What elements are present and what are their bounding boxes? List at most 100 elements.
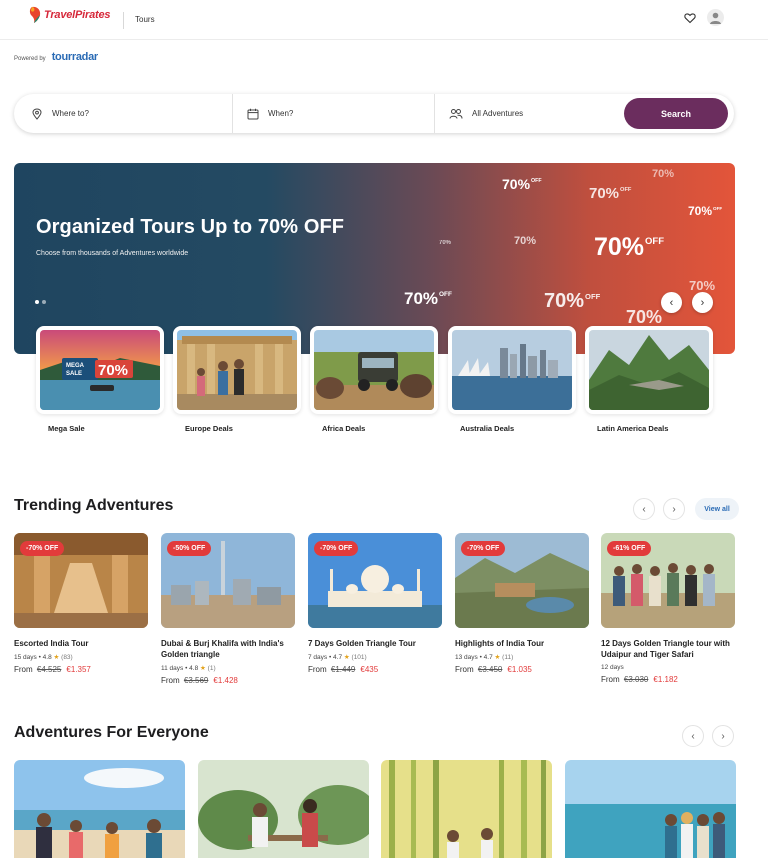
tour-title[interactable]: Escorted India Tour [14, 638, 148, 649]
deal-card-australia[interactable]: Australia Deals [448, 326, 576, 433]
adventure-card-couples[interactable] [198, 760, 369, 858]
carousel-dots[interactable] [35, 300, 46, 304]
when-field[interactable]: When? [232, 94, 432, 133]
discount-badge: -70% OFF [20, 541, 65, 556]
tour-image: -70% OFF [14, 533, 148, 628]
tour-card[interactable]: -70% OFF Escorted India Tour 15 days • 4… [14, 533, 148, 674]
discount-badge: 70% [514, 235, 537, 247]
trending-next-button[interactable]: › [663, 498, 685, 520]
discount-badge: -50% OFF [167, 541, 212, 556]
svg-text:70%: 70% [98, 362, 128, 379]
everyone-prev-button[interactable]: ‹ [682, 725, 704, 747]
deal-image [310, 326, 438, 414]
logo-text: TravelPirates [44, 9, 111, 21]
carousel-next-button[interactable]: › [692, 292, 713, 313]
tour-meta: 11 days • 4.8 ★ (1) [161, 665, 216, 672]
svg-text:MEGA: MEGA [66, 363, 85, 369]
adventures-field[interactable]: All Adventures [434, 94, 624, 133]
when-input[interactable]: When? [268, 109, 293, 118]
deal-card-europe[interactable]: Europe Deals [173, 326, 301, 433]
adventure-card-nature[interactable] [381, 760, 552, 858]
tour-image: -70% OFF [308, 533, 442, 628]
tour-image: -70% OFF [455, 533, 589, 628]
deal-card-mega-sale[interactable]: MEGA SALE 70% Mega Sale [36, 326, 164, 433]
deal-image: MEGA SALE 70% [36, 326, 164, 414]
discount-badge: 70%OFF [502, 176, 542, 192]
chevron-right-icon: › [700, 296, 705, 309]
calendar-icon [247, 108, 259, 119]
hero-subtitle: Choose from thousands of Adventures worl… [36, 250, 189, 257]
deal-label: Europe Deals [185, 424, 233, 433]
chevron-left-icon: ‹ [642, 503, 646, 515]
carousel-dot[interactable] [35, 300, 39, 304]
tourradar-logo: tourradar [51, 51, 99, 63]
deal-image [448, 326, 576, 414]
discount-badge: 70%OFF [544, 290, 601, 312]
tour-title[interactable]: Dubai & Burj Khalifa with India's Golden… [161, 638, 295, 660]
tour-card[interactable]: -70% OFF Highlights of India Tour 13 day… [455, 533, 589, 674]
search-button[interactable]: Search [624, 98, 728, 129]
star-icon: ★ [494, 654, 501, 661]
tour-image: -50% OFF [161, 533, 295, 628]
account-button[interactable] [707, 9, 724, 26]
travelpirates-logo[interactable]: TravelPirates [29, 6, 111, 24]
search-bar: Where to? When? All Adventures Search [14, 94, 734, 133]
tour-price: From €3.569 €1.428 [161, 676, 238, 685]
discount-badge: -70% OFF [461, 541, 506, 556]
adventures-select[interactable]: All Adventures [472, 109, 523, 118]
svg-text:SALE: SALE [66, 371, 82, 377]
location-pin-icon [32, 107, 42, 120]
tour-card[interactable]: -50% OFF Dubai & Burj Khalifa with India… [161, 533, 295, 685]
deal-label: Mega Sale [48, 424, 85, 433]
hero-title: Organized Tours Up to 70% OFF [36, 216, 345, 238]
adventure-card-group[interactable] [565, 760, 736, 858]
adventure-image [381, 760, 552, 858]
tour-card[interactable]: -70% OFF 7 Days Golden Triangle Tour 7 d… [308, 533, 442, 674]
star-icon: ★ [53, 654, 60, 661]
powered-by: Powered by tourradar [14, 51, 98, 63]
deal-image [173, 326, 301, 414]
tour-title[interactable]: 7 Days Golden Triangle Tour [308, 638, 442, 649]
tour-card[interactable]: -61% OFF 12 Days Golden Triangle tour wi… [601, 533, 735, 684]
carousel-dot[interactable] [42, 300, 46, 304]
discount-badge: 70% [439, 240, 452, 246]
where-field[interactable]: Where to? [31, 94, 231, 133]
deal-label: Latin America Deals [597, 424, 669, 433]
carousel-prev-button[interactable]: ‹ [661, 292, 682, 313]
where-input[interactable]: Where to? [52, 109, 89, 118]
tour-title[interactable]: Highlights of India Tour [455, 638, 589, 649]
tour-title[interactable]: 12 Days Golden Triangle tour with Udaipu… [601, 638, 735, 660]
adventure-image [198, 760, 369, 858]
chevron-left-icon: ‹ [669, 296, 674, 309]
discount-badge: 70%OFF [688, 204, 723, 218]
heart-icon[interactable] [684, 12, 696, 24]
tour-price: From €4.525 €1.357 [14, 665, 91, 674]
trending-prev-button[interactable]: ‹ [633, 498, 655, 520]
top-header: TravelPirates Tours [0, 0, 768, 40]
tour-price: From €3.030 €1.182 [601, 675, 678, 684]
adventure-card-family[interactable] [14, 760, 185, 858]
tour-meta: 12 days [601, 664, 624, 671]
tour-meta: 13 days • 4.7 ★ (11) [455, 654, 514, 661]
people-icon [449, 108, 463, 119]
trending-title: Trending Adventures [14, 497, 174, 514]
adventure-image [14, 760, 185, 858]
chevron-right-icon: › [721, 730, 725, 742]
view-all-button[interactable]: View all [695, 498, 739, 520]
everyone-next-button[interactable]: › [712, 725, 734, 747]
powered-by-label: Powered by [14, 56, 46, 62]
everyone-title: Adventures For Everyone [14, 724, 209, 741]
deal-card-latin-america[interactable]: Latin America Deals [585, 326, 713, 433]
discount-badge: 70%OFF [589, 185, 632, 202]
deal-card-africa[interactable]: Africa Deals [310, 326, 438, 433]
discount-badge: -61% OFF [607, 541, 652, 556]
discount-badge: 70% [652, 168, 675, 180]
discount-badge: 70% [689, 278, 716, 293]
deal-label: Africa Deals [322, 424, 366, 433]
chevron-left-icon: ‹ [691, 730, 695, 742]
section-label[interactable]: Tours [135, 15, 155, 24]
deal-label: Australia Deals [460, 424, 515, 433]
parrot-logo-icon [29, 6, 41, 23]
tour-meta: 15 days • 4.8 ★ (83) [14, 654, 73, 661]
chevron-right-icon: › [672, 503, 676, 515]
